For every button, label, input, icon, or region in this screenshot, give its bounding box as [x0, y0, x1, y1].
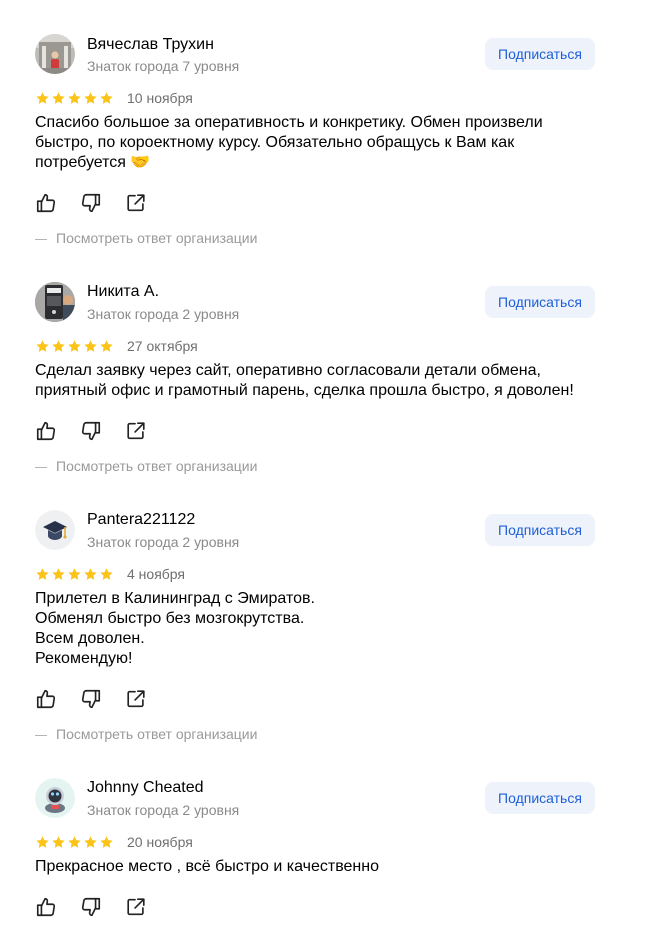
- author-name[interactable]: Вячеслав Трухин: [87, 35, 214, 55]
- share-icon: [125, 688, 147, 710]
- subscribe-button[interactable]: Подписаться: [485, 782, 595, 814]
- star-rating: [35, 91, 114, 106]
- author-name[interactable]: Johnny Cheated: [87, 778, 204, 798]
- org-reply-link[interactable]: Посмотреть ответ организации: [35, 229, 257, 247]
- share-icon: [125, 896, 147, 918]
- review-actions: [35, 192, 147, 214]
- author-name[interactable]: Pantera221122: [87, 510, 195, 530]
- review-text: Спасибо большое за оперативность и конкр…: [35, 114, 543, 171]
- subscribe-button[interactable]: Подписаться: [485, 286, 595, 318]
- subscribe-button[interactable]: Подписаться: [485, 514, 595, 546]
- thumbs-up-icon: [35, 420, 57, 442]
- like-button[interactable]: [35, 896, 57, 918]
- thumbs-down-icon: [80, 688, 102, 710]
- star-rating: [35, 567, 114, 582]
- dislike-button[interactable]: [80, 688, 102, 710]
- star-icon: [35, 339, 50, 354]
- org-reply-link[interactable]: Посмотреть ответ организации: [35, 725, 257, 743]
- review-card: Никита А. Знаток города 2 уровня Подписа…: [0, 282, 655, 482]
- star-icon: [67, 339, 82, 354]
- star-icon: [51, 835, 66, 850]
- org-reply-link[interactable]: Посмотреть ответ организации: [35, 457, 257, 475]
- author-level: Знаток города 2 уровня: [87, 534, 240, 550]
- avatar[interactable]: [35, 34, 75, 74]
- review-card: Johnny Cheated Знаток города 2 уровня По…: [0, 778, 655, 928]
- review-text: Прилетел в Калининград с Эмиратов. Обмен…: [35, 590, 315, 667]
- star-icon: [67, 567, 82, 582]
- dash-divider: [35, 734, 47, 736]
- star-icon: [35, 835, 50, 850]
- review-date: 20 ноября: [127, 834, 193, 850]
- star-icon: [67, 91, 82, 106]
- share-button[interactable]: [125, 420, 147, 442]
- review-text: Прекрасное место , всё быстро и качестве…: [35, 858, 379, 875]
- star-icon: [35, 567, 50, 582]
- thumbs-up-icon: [35, 896, 57, 918]
- org-reply-label: Посмотреть ответ организации: [56, 458, 258, 474]
- org-reply-label: Посмотреть ответ организации: [56, 726, 258, 742]
- star-icon: [99, 91, 114, 106]
- thumbs-up-icon: [35, 192, 57, 214]
- thumbs-down-icon: [80, 896, 102, 918]
- star-icon: [99, 567, 114, 582]
- star-icon: [83, 339, 98, 354]
- dislike-button[interactable]: [80, 896, 102, 918]
- review-date: 4 ноября: [127, 566, 186, 582]
- thumbs-down-icon: [80, 192, 102, 214]
- star-icon: [51, 339, 66, 354]
- org-reply-label: Посмотреть ответ организации: [56, 230, 258, 246]
- review-date: 27 октября: [127, 338, 198, 354]
- thumbs-down-icon: [80, 420, 102, 442]
- share-button[interactable]: [125, 688, 147, 710]
- review-actions: [35, 688, 147, 710]
- share-button[interactable]: [125, 192, 147, 214]
- like-button[interactable]: [35, 192, 57, 214]
- thumbs-up-icon: [35, 688, 57, 710]
- author-level: Знаток города 2 уровня: [87, 306, 240, 322]
- dislike-button[interactable]: [80, 420, 102, 442]
- review-actions: [35, 420, 147, 442]
- share-button[interactable]: [125, 896, 147, 918]
- star-icon: [35, 91, 50, 106]
- dislike-button[interactable]: [80, 192, 102, 214]
- like-button[interactable]: [35, 420, 57, 442]
- review-card: Вячеслав Трухин Знаток города 7 уровня П…: [0, 34, 655, 254]
- review-actions: [35, 896, 147, 918]
- dash-divider: [35, 238, 47, 240]
- author-level: Знаток города 2 уровня: [87, 802, 240, 818]
- rating-row: 4 ноября: [35, 566, 185, 582]
- like-button[interactable]: [35, 688, 57, 710]
- avatar[interactable]: [35, 778, 75, 818]
- share-icon: [125, 192, 147, 214]
- subscribe-button[interactable]: Подписаться: [485, 38, 595, 70]
- author-name[interactable]: Никита А.: [87, 282, 159, 302]
- rating-row: 10 ноября: [35, 90, 193, 106]
- star-icon: [67, 835, 82, 850]
- review-text: Сделал заявку через сайт, оперативно сог…: [35, 362, 574, 399]
- avatar[interactable]: [35, 510, 75, 550]
- star-icon: [99, 339, 114, 354]
- star-icon: [51, 91, 66, 106]
- author-level: Знаток города 7 уровня: [87, 58, 240, 74]
- dash-divider: [35, 466, 47, 468]
- star-icon: [83, 567, 98, 582]
- star-rating: [35, 339, 114, 354]
- avatar[interactable]: [35, 282, 75, 322]
- star-icon: [99, 835, 114, 850]
- star-icon: [83, 835, 98, 850]
- star-rating: [35, 835, 114, 850]
- star-icon: [51, 567, 66, 582]
- rating-row: 27 октября: [35, 338, 198, 354]
- share-icon: [125, 420, 147, 442]
- review-date: 10 ноября: [127, 90, 193, 106]
- rating-row: 20 ноября: [35, 834, 193, 850]
- star-icon: [83, 91, 98, 106]
- review-card: Pantera221122 Знаток города 2 уровня Под…: [0, 510, 655, 750]
